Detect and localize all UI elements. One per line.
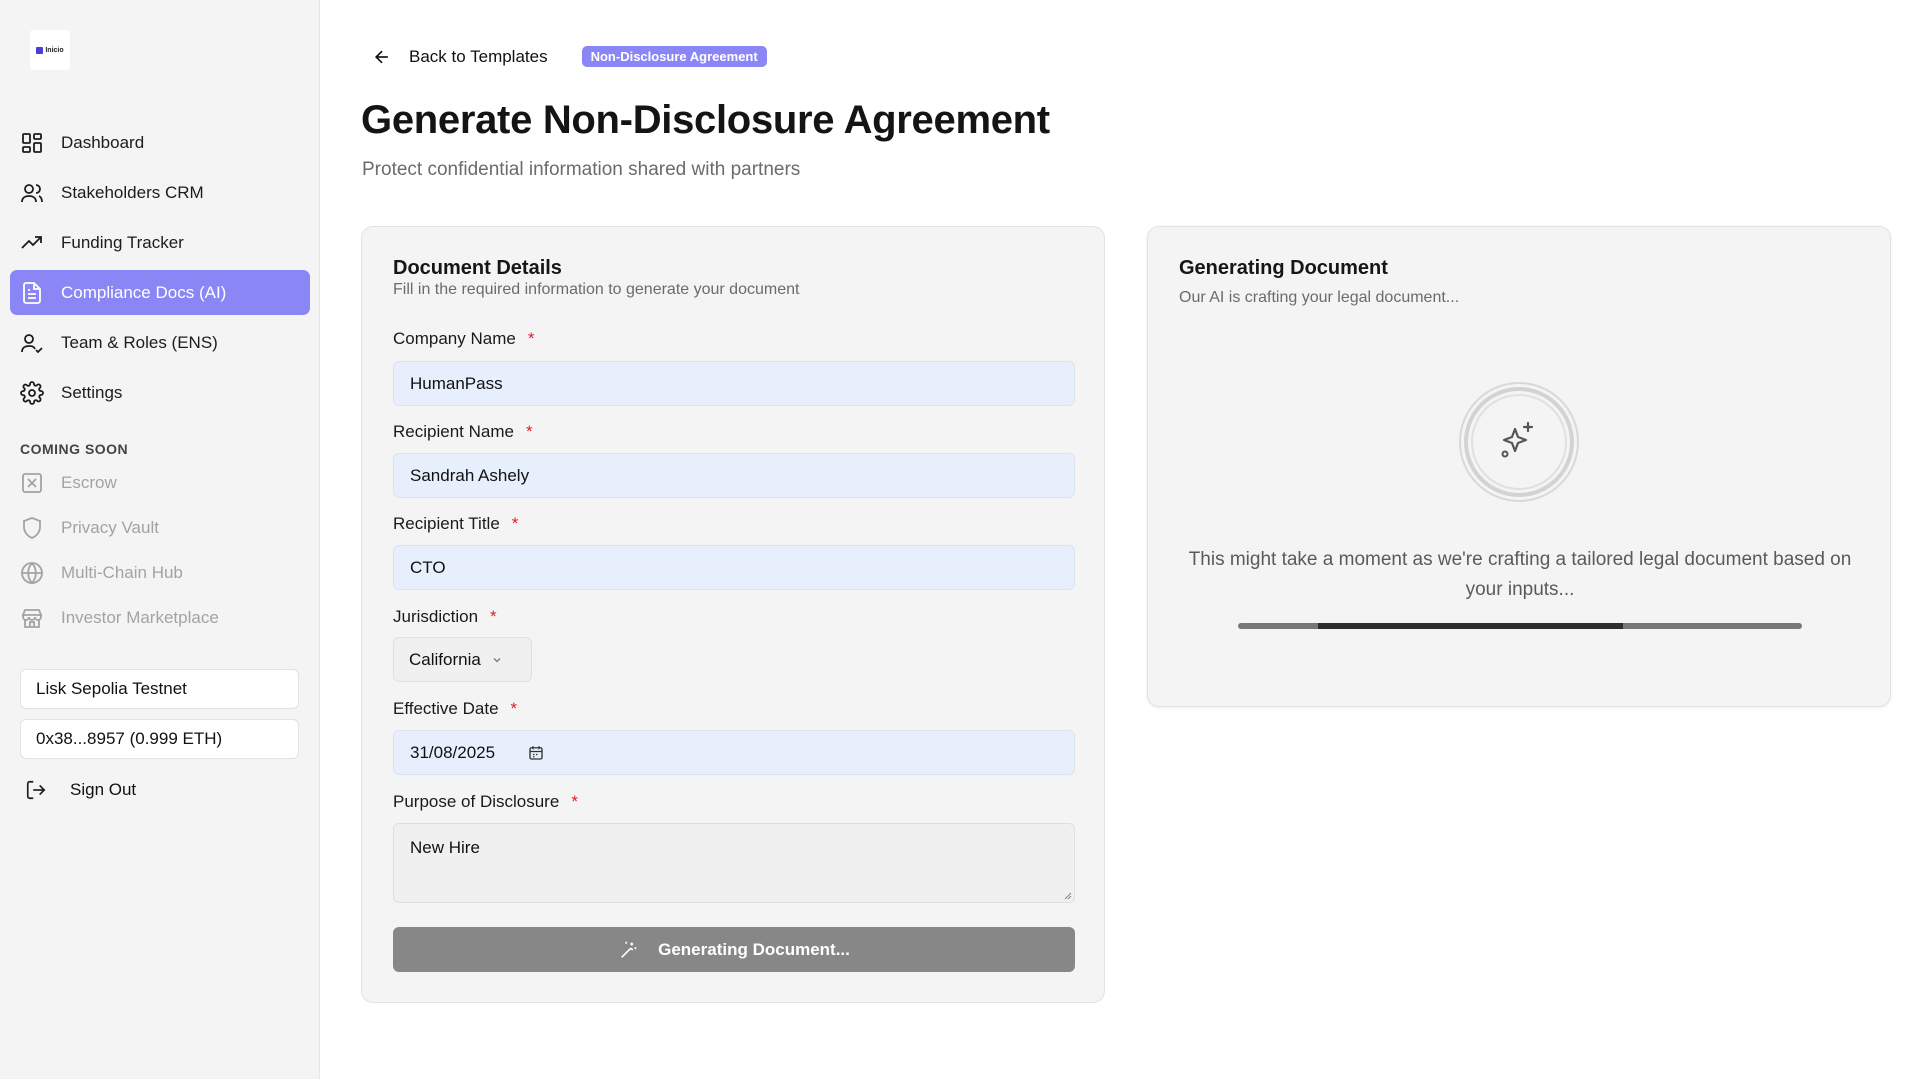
nav-label: Compliance Docs (AI)	[61, 282, 227, 302]
nav-label: Team & Roles (ENS)	[61, 332, 218, 352]
generate-document-button[interactable]: Generating Document...	[393, 927, 1075, 972]
soon-item-privacy-vault: Privacy Vault	[10, 505, 310, 550]
nav-item-compliance[interactable]: Compliance Docs (AI)	[10, 270, 310, 315]
card-title: Document Details	[393, 257, 562, 279]
page-title: Generate Non-Disclosure Agreement	[361, 98, 1050, 142]
effective-date-input[interactable]: 31/08/2025	[393, 730, 1075, 775]
purpose-textarea[interactable]: New Hire	[393, 823, 1075, 903]
label-text: Recipient Title	[393, 514, 500, 533]
recipient-name-input[interactable]: Sandrah Ashely	[393, 453, 1075, 498]
generating-subtitle: Our AI is crafting your legal document..…	[1179, 289, 1460, 306]
soon-item-escrow: Escrow	[10, 460, 310, 505]
nav-label: Funding Tracker	[61, 232, 184, 252]
sidebar: Inicio Dashboard Stakeholders CRM Fundin…	[0, 0, 320, 1079]
coming-soon-heading: COMING SOON	[20, 441, 129, 457]
label-text: Company Name	[393, 329, 516, 348]
users-icon	[21, 183, 43, 202]
recipient-title-input[interactable]: CTO	[393, 545, 1075, 590]
jurisdiction-label: Jurisdiction *	[393, 607, 497, 627]
card-subtitle: Fill in the required information to gene…	[393, 281, 800, 298]
network-button[interactable]: Lisk Sepolia Testnet	[20, 669, 299, 709]
store-icon	[22, 608, 42, 628]
soon-label: Privacy Vault	[61, 517, 159, 537]
user-check-icon	[21, 333, 43, 353]
required-marker: *	[510, 699, 518, 718]
shield-icon	[23, 516, 41, 539]
jurisdiction-select[interactable]: California	[393, 637, 532, 682]
gear-icon	[20, 380, 44, 405]
effective-date-value: 31/08/2025	[410, 742, 496, 762]
sign-out-button[interactable]: Sign Out	[25, 775, 136, 805]
jurisdiction-value: California	[409, 649, 481, 669]
globe-icon	[21, 561, 43, 584]
resize-handle-icon[interactable]	[1062, 890, 1072, 900]
sign-out-icon	[26, 780, 46, 800]
label-text: Recipient Name	[393, 422, 514, 441]
document-icon	[23, 281, 41, 304]
soon-item-multichain: Multi-Chain Hub	[10, 550, 310, 595]
header-row: Back to Templates Non-Disclosure Agreeme…	[372, 46, 767, 67]
app-logo[interactable]: Inicio	[30, 30, 70, 70]
soon-label: Multi-Chain Hub	[61, 562, 183, 582]
required-marker: *	[525, 422, 533, 441]
generate-button-label: Generating Document...	[658, 939, 850, 959]
chevron-down-icon	[493, 657, 501, 662]
label-text: Jurisdiction	[393, 607, 479, 626]
main-nav: Dashboard Stakeholders CRM Funding Track…	[10, 120, 310, 420]
magic-wand-icon	[621, 941, 637, 958]
logo-text: Inicio	[45, 46, 64, 54]
document-details-card: Document Details Fill in the required in…	[361, 226, 1105, 1003]
generating-title: Generating Document	[1179, 257, 1388, 279]
recipient-title-label: Recipient Title *	[393, 514, 518, 534]
required-marker: *	[511, 514, 519, 533]
page-subtitle: Protect confidential information shared …	[362, 159, 801, 180]
escrow-icon	[22, 472, 42, 493]
wallet-button[interactable]: 0x38...8957 (0.999 ETH)	[20, 719, 299, 759]
generating-document-card: Generating Document Our AI is crafting y…	[1147, 226, 1891, 707]
soon-label: Escrow	[61, 472, 117, 492]
back-label: Back to Templates	[409, 46, 548, 66]
nav-item-settings[interactable]: Settings	[10, 370, 310, 415]
required-marker: *	[490, 607, 497, 626]
coming-soon-list: Escrow Privacy Vault Multi-Chain Hub Inv…	[10, 460, 310, 640]
nav-label: Stakeholders CRM	[61, 182, 204, 202]
effective-date-label: Effective Date *	[393, 699, 517, 719]
label-text: Effective Date	[393, 699, 499, 718]
nav-item-stakeholders[interactable]: Stakeholders CRM	[10, 170, 310, 215]
nav-label: Dashboard	[61, 132, 145, 152]
progress-bar	[1238, 623, 1802, 629]
company-name-input[interactable]: HumanPass	[393, 361, 1075, 406]
progress-bar-fill	[1318, 623, 1623, 629]
arrow-left-icon	[374, 50, 388, 63]
calendar-icon[interactable]	[527, 744, 545, 762]
dashboard-icon	[22, 132, 42, 153]
soon-label: Investor Marketplace	[61, 607, 219, 627]
logo-mark-icon	[36, 46, 44, 54]
company-name-label: Company Name *	[393, 329, 534, 349]
back-to-templates-link[interactable]: Back to Templates	[372, 47, 548, 67]
nav-item-funding[interactable]: Funding Tracker	[10, 220, 310, 265]
trending-up-icon	[21, 235, 42, 249]
nav-item-dashboard[interactable]: Dashboard	[10, 120, 310, 165]
label-text: Purpose of Disclosure	[393, 792, 560, 811]
purpose-label: Purpose of Disclosure *	[393, 792, 578, 812]
generating-message: This might take a moment as we're crafti…	[1188, 549, 1852, 600]
nav-label: Settings	[61, 382, 123, 402]
required-marker: *	[571, 792, 578, 811]
sign-out-label: Sign Out	[70, 780, 137, 799]
recipient-name-label: Recipient Name *	[393, 422, 533, 442]
soon-item-marketplace: Investor Marketplace	[10, 595, 310, 640]
nav-item-team[interactable]: Team & Roles (ENS)	[10, 320, 310, 365]
template-badge: Non-Disclosure Agreement	[581, 46, 767, 67]
purpose-value: New Hire	[410, 838, 480, 857]
required-marker: *	[527, 329, 535, 348]
sparkle-loading-icon	[1459, 382, 1579, 502]
